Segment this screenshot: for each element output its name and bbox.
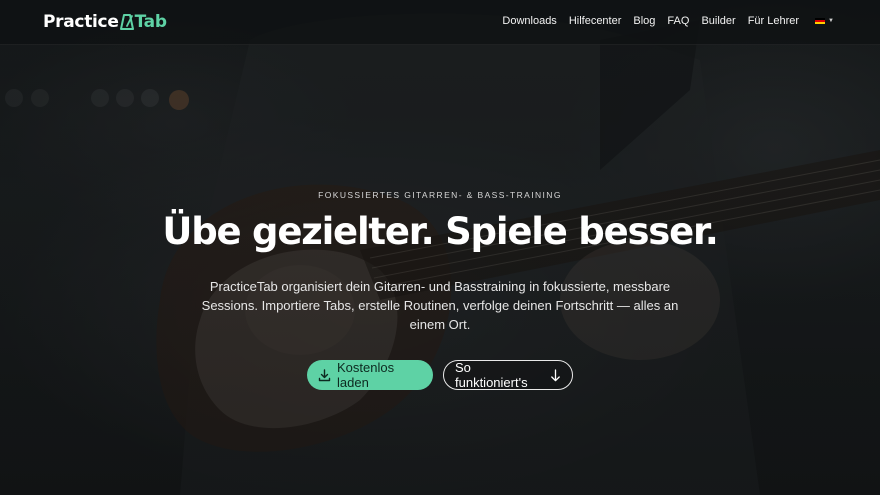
logo-text-part2: Tab [134, 12, 167, 32]
download-free-label: Kostenlos laden [337, 360, 395, 390]
nav-link-downloads[interactable]: Downloads [502, 15, 556, 27]
download-free-button[interactable]: Kostenlos laden [307, 360, 433, 390]
chevron-down-icon: ▼ [828, 18, 834, 24]
hero-cta-group: Kostenlos laden So funktioniert's [0, 360, 880, 390]
nav-link-hilfecenter[interactable]: Hilfecenter [569, 15, 622, 27]
nav-menu: Downloads Hilfecenter Blog FAQ Builder F… [502, 15, 834, 27]
logo-text-part1: Practice [43, 12, 119, 32]
how-it-works-button[interactable]: So funktioniert's [443, 360, 573, 390]
logo[interactable]: Practice Tab [43, 12, 167, 32]
arrow-down-icon [550, 368, 561, 382]
nav-link-blog[interactable]: Blog [633, 15, 655, 27]
metronome-icon [119, 14, 134, 30]
hero-eyebrow: FOKUSSIERTES GITARREN- & BASS-TRAINING [318, 190, 562, 200]
nav-link-builder[interactable]: Builder [701, 15, 735, 27]
german-flag-icon [815, 17, 826, 25]
top-navbar: Practice Tab Downloads Hilfecenter Blog … [0, 0, 880, 45]
nav-link-faq[interactable]: FAQ [667, 15, 689, 27]
hero-headline: Übe gezielter. Spiele besser. [162, 210, 718, 253]
hero-lead: PracticeTab organisiert dein Gitarren- u… [201, 279, 679, 332]
download-icon [318, 368, 331, 382]
how-it-works-label: So funktioniert's [455, 360, 528, 390]
nav-link-fuer-lehrer[interactable]: Für Lehrer [748, 15, 799, 27]
language-switcher[interactable]: ▼ [815, 17, 834, 25]
